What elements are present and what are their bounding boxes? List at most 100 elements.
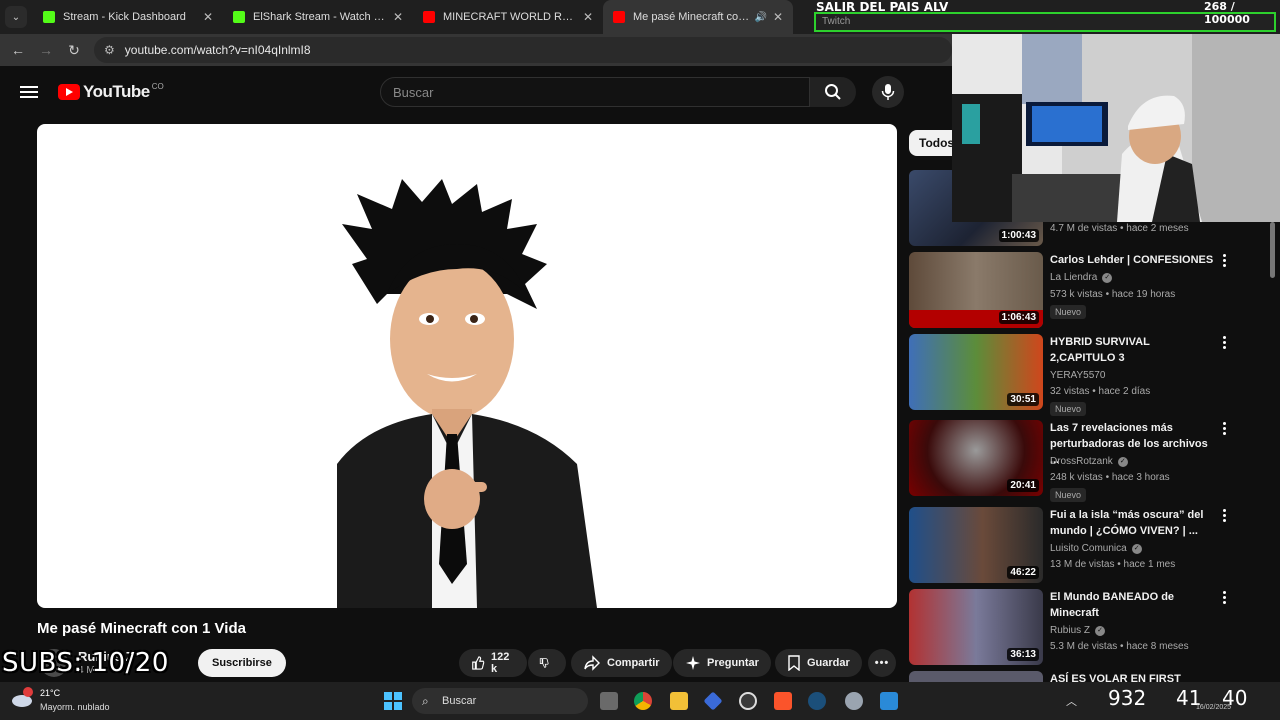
search-icon (825, 84, 841, 100)
obs-icon[interactable] (739, 692, 757, 710)
video-duration: 30:51 (1007, 393, 1039, 406)
browser-toolbar: ← → ↻ ⚙ youtube.com/watch?v=nI04qInlmI8 (0, 34, 952, 66)
task-view-icon[interactable] (600, 692, 618, 710)
forward-icon[interactable]: → (32, 42, 60, 58)
recommendation-item[interactable]: 46:22 Fui a la isla “más oscura” del mun… (909, 507, 1249, 585)
channel-name[interactable]: YERAY5570 (1050, 370, 1105, 381)
browser-tab[interactable]: Stream - Kick Dashboard ✕ (33, 0, 223, 34)
more-actions-button[interactable]: ••• (868, 649, 896, 677)
windows-start-icon[interactable] (384, 692, 402, 710)
youtube-logo[interactable]: YouTube CO (58, 82, 164, 102)
weather-widget[interactable]: 21°C Mayorm. nublado (10, 686, 110, 715)
stream-goal-counter: 268 / 100000 (1204, 0, 1250, 26)
video-player[interactable] (37, 124, 897, 608)
more-options-icon[interactable] (1222, 509, 1228, 524)
dislike-button[interactable] (528, 649, 566, 677)
save-label: Guardar (807, 657, 850, 669)
save-button[interactable]: Guardar (775, 649, 862, 677)
tab-search-button[interactable]: ⌄ (5, 6, 27, 28)
video-duration: 36:13 (1007, 648, 1039, 661)
steam-icon[interactable] (808, 692, 826, 710)
speaker-icon[interactable]: 🔊 (754, 12, 766, 23)
subscribe-button[interactable]: Suscribirse (198, 649, 286, 677)
more-options-icon[interactable] (1222, 336, 1228, 351)
webcam-overlay (952, 34, 1280, 222)
more-options-icon[interactable] (1222, 254, 1228, 269)
video-meta: 5.3 M de vistas • hace 8 meses (1050, 641, 1189, 652)
recommendation-item[interactable]: 30:51 HYBRID SURVIVAL 2,CAPITULO 3 YERAY… (909, 334, 1249, 416)
channel-name[interactable]: La Liendra ✓ (1050, 272, 1113, 283)
channel-name[interactable]: Rubius Z ✓ (1050, 625, 1106, 636)
close-icon[interactable]: ✕ (583, 10, 593, 24)
site-info-icon[interactable]: ⚙ (104, 43, 115, 57)
close-icon[interactable]: ✕ (773, 10, 783, 24)
overlay-counter-1: 932 (1108, 686, 1147, 710)
app-icon[interactable] (703, 691, 723, 711)
kick-icon (43, 11, 55, 23)
logo-text: YouTube (83, 82, 150, 101)
video-meta: 4.7 M de vistas • hace 2 meses (1050, 223, 1189, 234)
brave-icon[interactable] (774, 692, 792, 710)
kick-icon (233, 11, 245, 23)
settings-icon[interactable] (845, 692, 863, 710)
recommendation-item[interactable]: 1:06:43 Carlos Lehder | CONFESIONES La L… (909, 252, 1249, 330)
video-thumbnail[interactable]: 20:41 (909, 420, 1043, 496)
video-title-link[interactable]: El Mundo BANEADO de Minecraft (1050, 589, 1215, 621)
browser-tab-active[interactable]: Me pasé Minecraft con 1 Vi 🔊 ✕ (603, 0, 793, 34)
share-button[interactable]: Compartir (571, 649, 672, 677)
video-thumbnail[interactable]: 30:51 (909, 334, 1043, 410)
search-button[interactable] (810, 77, 856, 107)
video-duration: 1:00:43 (998, 229, 1039, 242)
folder-icon[interactable] (670, 692, 688, 710)
search-input[interactable]: Buscar (380, 77, 810, 107)
recommendation-item[interactable]: 36:13 El Mundo BANEADO de Minecraft Rubi… (909, 589, 1249, 667)
address-bar[interactable]: ⚙ youtube.com/watch?v=nI04qInlmI8 (94, 37, 952, 63)
screen: ⌄ Stream - Kick Dashboard ✕ ElShark Stre… (0, 0, 1280, 720)
photos-icon[interactable] (880, 692, 898, 710)
weather-desc: Mayorm. nublado (40, 702, 110, 712)
back-icon[interactable]: ← (4, 42, 32, 58)
voice-search-button[interactable] (872, 76, 904, 108)
taskbar-search[interactable]: ⌕ Buscar (412, 688, 588, 714)
menu-icon[interactable] (20, 83, 38, 101)
more-options-icon[interactable] (1222, 422, 1228, 437)
close-icon[interactable]: ✕ (203, 10, 213, 24)
video-duration: 20:41 (1007, 479, 1039, 492)
taskbar-date[interactable]: 16/02/2025 (1196, 704, 1231, 711)
recommendation-item[interactable]: ASÍ ES VOLAR EN FIRST CLASS... (909, 671, 1249, 682)
stream-title-overlay: SALIR DEL PAIS ALV (816, 0, 949, 14)
new-badge: Nuevo (1050, 488, 1087, 502)
video-title-link[interactable]: Carlos Lehder | CONFESIONES (1050, 252, 1215, 268)
video-thumbnail[interactable]: 46:22 (909, 507, 1043, 583)
youtube-icon (613, 11, 625, 23)
reload-icon[interactable]: ↻ (60, 42, 88, 59)
new-badge: Nuevo (1050, 305, 1087, 319)
tab-title: MINECRAFT WORLD RECORD ( (443, 11, 577, 23)
video-thumbnail[interactable]: 36:13 (909, 589, 1043, 665)
verified-icon: ✓ (1131, 543, 1142, 554)
video-title-link[interactable]: Fui a la isla “más oscura” del mundo | ¿… (1050, 507, 1215, 539)
video-title-link[interactable]: HYBRID SURVIVAL 2,CAPITULO 3 (1050, 334, 1215, 366)
video-duration: 46:22 (1007, 566, 1039, 579)
recommendation-item[interactable]: 20:41 Las 7 revelaciones más perturbador… (909, 420, 1249, 502)
more-options-icon[interactable] (1222, 591, 1228, 606)
browser-tab[interactable]: ElShark Stream - Watch Live on ✕ (223, 0, 413, 34)
sidebar-scrollbar[interactable] (1270, 222, 1275, 278)
chrome-icon[interactable] (634, 692, 652, 710)
channel-label: Rubius Z (1050, 625, 1091, 636)
channel-name[interactable]: Luisito Comunica ✓ (1050, 543, 1142, 554)
new-badge: Nuevo (1050, 402, 1087, 416)
video-duration: 1:06:43 (998, 311, 1039, 324)
subs-counter-overlay: SUBS: 10/20 (2, 648, 169, 678)
browser-tab[interactable]: MINECRAFT WORLD RECORD ( ✕ (413, 0, 603, 34)
close-icon[interactable]: ✕ (393, 10, 403, 24)
video-thumbnail[interactable] (909, 671, 1043, 682)
like-button[interactable]: 122 k (459, 649, 527, 677)
chevron-up-icon[interactable]: ︿ (1066, 693, 1077, 709)
video-title-link[interactable]: ASÍ ES VOLAR EN FIRST CLASS... (1050, 671, 1215, 682)
thumbs-down-icon (539, 658, 549, 668)
ask-button[interactable]: Preguntar (673, 649, 771, 677)
channel-name[interactable]: DrossRotzank ✓ (1050, 456, 1128, 467)
video-thumbnail[interactable]: 1:06:43 (909, 252, 1043, 328)
more-icon: ••• (874, 657, 890, 669)
